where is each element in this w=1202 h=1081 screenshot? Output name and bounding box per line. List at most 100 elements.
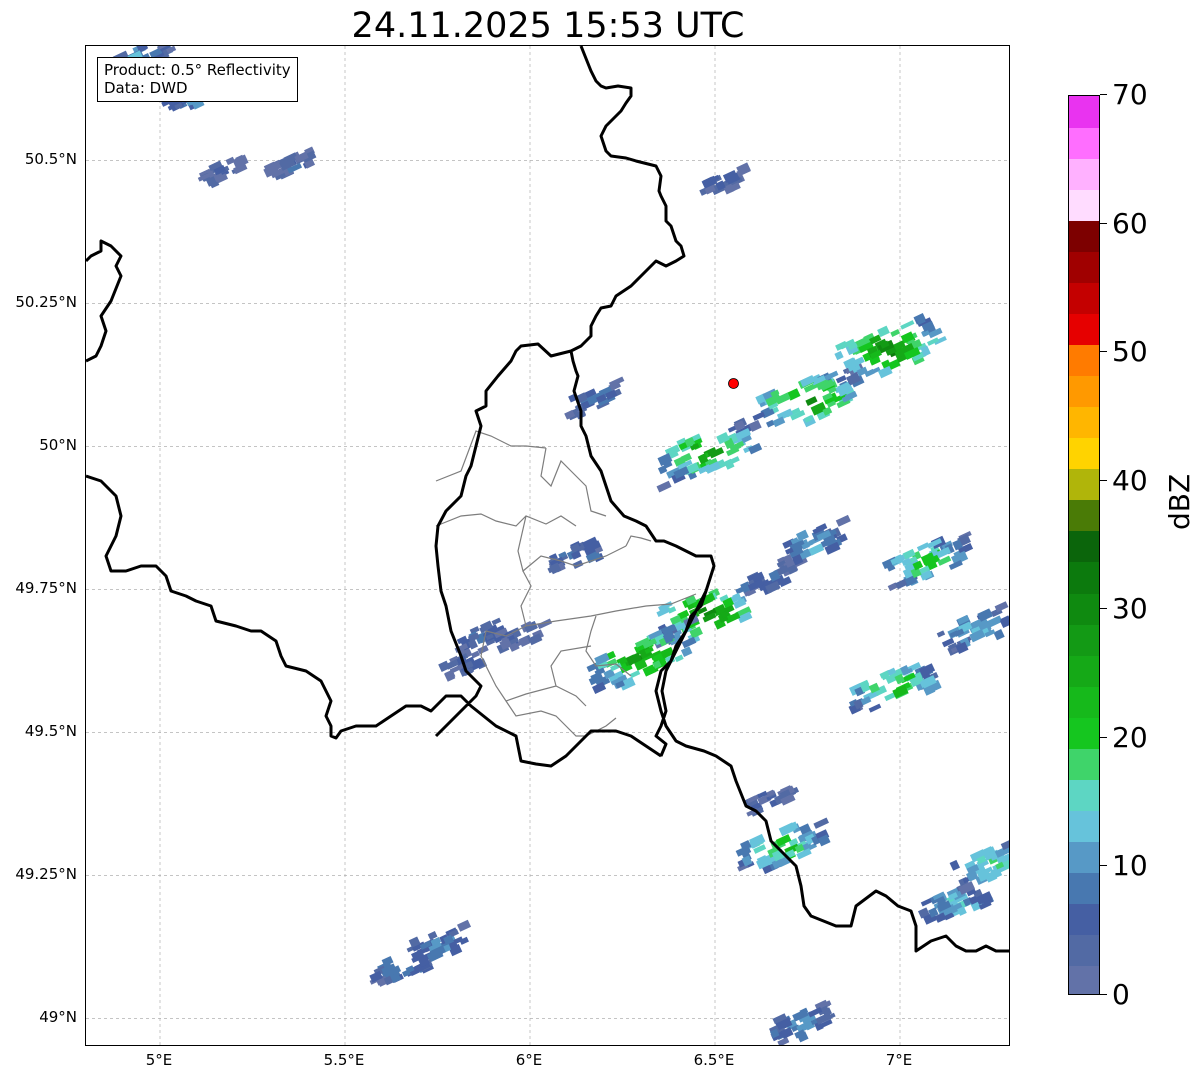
echo-pixel xyxy=(900,320,915,330)
colorbar-segment xyxy=(1069,685,1099,718)
lat-tick-label: 49°N xyxy=(39,1008,77,1027)
echo-cell xyxy=(197,154,249,189)
colorbar-segment xyxy=(1069,158,1099,191)
colorbar-tick: 30 xyxy=(1100,595,1148,623)
colorbar-tick: 10 xyxy=(1100,852,1148,880)
colorbar-segment xyxy=(1069,313,1099,346)
echo-pixel xyxy=(993,629,1005,641)
echo-cell xyxy=(848,661,942,715)
lat-tick-label: 49.75°N xyxy=(15,579,77,598)
colorbar-segment xyxy=(1069,220,1099,253)
echo-pixel xyxy=(456,919,472,932)
lat-tick-label: 50.25°N xyxy=(15,293,77,312)
echo-pixel xyxy=(225,156,236,166)
colorbar-segment xyxy=(1069,747,1099,780)
echo-cell xyxy=(936,601,1009,656)
echo-pixel xyxy=(916,542,930,552)
colorbar-segment xyxy=(1069,778,1099,811)
echo-cell xyxy=(917,886,995,925)
colorbar-segment xyxy=(1069,282,1099,315)
colorbar-segment xyxy=(1069,189,1099,222)
radar-site-marker[interactable] xyxy=(728,378,739,389)
borders xyxy=(86,46,1009,953)
echo-cell xyxy=(564,376,625,421)
lon-tick-label: 5.5°E xyxy=(323,1051,365,1069)
colorbar-segment xyxy=(1069,809,1099,842)
echo-pixel xyxy=(835,514,851,527)
echo-pixel xyxy=(813,817,829,829)
lon-tick-label: 6.5°E xyxy=(693,1051,735,1069)
map-canvas[interactable] xyxy=(86,46,1010,1046)
colorbar-segment xyxy=(1069,96,1099,128)
colorbar-segment xyxy=(1069,561,1099,594)
colorbar-segment xyxy=(1069,530,1099,563)
map-title: 24.11.2025 15:53 UTC xyxy=(351,6,745,46)
echo-pixel xyxy=(748,442,763,455)
dbz-colorbar xyxy=(1068,95,1100,995)
echo-pixel xyxy=(936,630,946,638)
echo-cell xyxy=(735,817,831,875)
product-info-box: Product: 0.5° Reflectivity Data: DWD xyxy=(97,57,298,102)
echo-pixel xyxy=(630,670,641,678)
colorbar-segment xyxy=(1069,127,1099,160)
colorbar-tick: 70 xyxy=(1100,81,1148,109)
colorbar-label: dBZ xyxy=(1163,473,1196,530)
colorbar-segment xyxy=(1069,623,1099,656)
echo-cell xyxy=(752,359,865,428)
colorbar-segment xyxy=(1069,375,1099,408)
echo-pixel xyxy=(890,329,901,337)
lat-tick-label: 49.25°N xyxy=(15,865,77,884)
radar-map[interactable]: Product: 0.5° Reflectivity Data: DWD xyxy=(85,45,1010,1046)
colorbar-segment xyxy=(1069,468,1099,501)
echo-pixel xyxy=(927,337,939,346)
echo-pixel xyxy=(949,859,961,871)
echo-cell xyxy=(263,146,317,181)
colorbar-segment xyxy=(1069,251,1099,284)
colorbar-segment xyxy=(1069,344,1099,377)
lon-tick-label: 5°E xyxy=(145,1051,173,1069)
colorbar-segment xyxy=(1069,406,1099,439)
national-borders xyxy=(86,46,1009,953)
lat-tick-label: 50°N xyxy=(39,436,77,455)
radar-site xyxy=(728,378,739,389)
colorbar-segment xyxy=(1069,499,1099,532)
echo-pixel xyxy=(807,1006,823,1018)
colorbar-segment xyxy=(1069,437,1099,470)
radar-echoes xyxy=(111,46,1009,1045)
echo-pixel xyxy=(680,646,693,658)
colorbar-tick: 40 xyxy=(1100,466,1148,495)
colorbar-segment xyxy=(1069,871,1099,904)
product-label: Product: 0.5° Reflectivity xyxy=(104,61,291,79)
echo-pixel xyxy=(868,703,882,713)
echo-cell xyxy=(547,536,605,575)
echo-cell xyxy=(744,785,800,817)
echo-pixel xyxy=(834,350,844,361)
echo-pixel xyxy=(656,480,672,493)
echo-cell xyxy=(742,560,799,597)
echo-cell xyxy=(699,162,751,196)
echo-pixel xyxy=(805,396,818,406)
colorbar-segment xyxy=(1069,902,1099,935)
lat-tick-label: 49.5°N xyxy=(24,722,77,741)
colorbar-tick: 50 xyxy=(1100,338,1148,366)
colorbar-segment xyxy=(1069,654,1099,687)
echo-cell xyxy=(656,417,763,493)
lon-tick-label: 7°E xyxy=(885,1051,913,1069)
echo-pixel xyxy=(674,654,684,663)
colorbar-segment xyxy=(1069,592,1099,625)
colorbar-segment xyxy=(1069,964,1099,994)
lon-tick-label: 6°E xyxy=(515,1051,543,1069)
colorbar-segment xyxy=(1069,840,1099,873)
colorbar-tick: 60 xyxy=(1100,209,1148,238)
echo-cell xyxy=(949,839,1009,895)
echo-pixel xyxy=(491,617,502,626)
colorbar-tick: 20 xyxy=(1100,723,1148,752)
data-source-label: Data: DWD xyxy=(104,79,188,97)
echo-pixel xyxy=(752,411,766,421)
echo-pixel xyxy=(999,614,1009,629)
echo-cell xyxy=(768,999,836,1045)
colorbar-tick: 0 xyxy=(1100,981,1130,1009)
colorbar-segment xyxy=(1069,933,1099,966)
echo-cell xyxy=(881,530,974,592)
lat-tick-label: 50.5°N xyxy=(24,150,77,169)
